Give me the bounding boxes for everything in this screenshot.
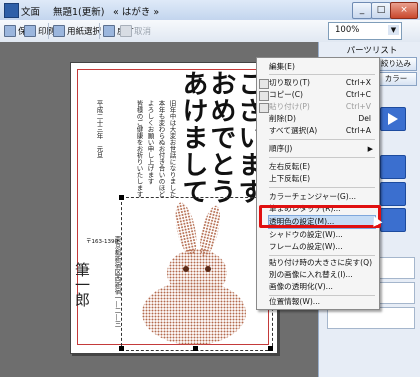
redo-button[interactable]: 取消 (120, 22, 151, 40)
submenu-arrow-icon: ▶ (367, 145, 373, 153)
panel-filter-button[interactable]: 絞り込み (375, 57, 417, 71)
title-bar: 文面 無題1(更新) « はがき » _ □ × (0, 0, 420, 21)
menu-item-delete[interactable]: 削除(D) Del (269, 113, 377, 125)
resize-handle[interactable] (193, 346, 198, 351)
paper-select-label: 用紙選択 (67, 27, 102, 37)
panel-thumbnail[interactable] (327, 307, 415, 329)
sender-name[interactable]: 筆一郎 (73, 262, 91, 307)
address-text[interactable]: 東京都新宿区西新宿一―二―三 (112, 236, 121, 327)
paper-icon (53, 25, 65, 37)
panel-tool-button[interactable] (380, 155, 406, 179)
menu-item-color-changer[interactable]: カラーチェンジャー(G)... (269, 191, 377, 203)
postal-code[interactable]: 〒163-1390 (86, 238, 118, 247)
panel-tool-button[interactable] (380, 182, 406, 206)
context-menu: 編集(E) 切り取り(T) Ctrl+X コピー(C) Ctrl+C 貼り付け(P)… (256, 57, 380, 310)
menu-separator (269, 74, 375, 75)
chevron-down-icon: ▼ (388, 25, 399, 35)
poem-column-3[interactable]: よろしくお願い申し上げます (145, 100, 154, 185)
menu-item-select-all[interactable]: すべて選択(A) Ctrl+A (269, 125, 377, 137)
resize-handle[interactable] (268, 346, 273, 351)
highlight-annotation (259, 205, 381, 228)
paper-select-button[interactable]: 用紙選択 (53, 22, 101, 40)
resize-handle[interactable] (119, 346, 124, 351)
play-icon (388, 113, 398, 125)
panel-color-button[interactable]: カラー (375, 72, 417, 86)
minimize-button[interactable]: _ (352, 2, 372, 19)
menu-separator (269, 255, 375, 256)
redo-label: 取消 (134, 27, 152, 37)
menu-item-replace-image[interactable]: 別の画像に入れ替え(I)... (269, 269, 377, 281)
poem-column-1[interactable]: 旧年中は大変お世話になりました (167, 100, 176, 198)
menu-item-flip-horizontal[interactable]: 左右反転(E) (269, 161, 377, 173)
menu-item-cut[interactable]: 切り取り(T) Ctrl+X (269, 77, 377, 89)
menu-item-flip-vertical[interactable]: 上下反転(E) (269, 173, 377, 185)
poem-column-4[interactable]: 皆様のご健康をお祈りいたします (134, 100, 143, 198)
menu-item-paste[interactable]: 貼り付け(P) Ctrl+V (269, 101, 377, 113)
copy-icon (259, 91, 269, 101)
menu-item-edit[interactable]: 編集(E) (269, 61, 377, 73)
toolbar-separator (99, 23, 100, 39)
menu-separator (269, 187, 375, 188)
menu-separator (269, 157, 375, 158)
menu-item-shadow[interactable]: シャドウの設定(W)... (269, 229, 377, 241)
toolbar-separator (48, 23, 49, 39)
menu-item-position-info[interactable]: 位置情報(W)... (269, 296, 377, 308)
maximize-button[interactable]: □ (371, 2, 391, 19)
poem-column-2[interactable]: 本年も変わらぬお付き合いのほど (156, 100, 165, 198)
close-button[interactable]: × (390, 2, 418, 19)
print-button[interactable]: 印刷 (24, 22, 55, 40)
document-subtitle: « はがき » (113, 7, 160, 18)
document-title: 無題1(更新) (53, 7, 105, 18)
zoom-select[interactable]: 100% ▼ (328, 22, 402, 40)
app-label: 文面 (21, 7, 41, 18)
panel-title: パーツリスト (346, 46, 398, 56)
menu-item-order[interactable]: 順序(J) ▶ (269, 143, 377, 155)
panel-tool-button[interactable] (380, 208, 406, 232)
menu-item-reset-size[interactable]: 貼り付け時の大きさに戻す(Q) (269, 257, 377, 269)
paste-icon (259, 103, 269, 113)
scissors-icon (259, 79, 269, 89)
menu-item-copy[interactable]: コピー(C) Ctrl+C (269, 89, 377, 101)
zoom-value: 100% (335, 25, 360, 35)
app-icon (4, 3, 19, 18)
date-text[interactable]: 平成二十三年 元旦 (94, 100, 103, 159)
redo-icon (120, 25, 132, 37)
menu-item-image-transparency[interactable]: 画像の透明化(V)... (269, 281, 377, 293)
greeting-column-2[interactable]: おめでとう (206, 70, 236, 205)
greeting-column-1[interactable]: あけまして (178, 70, 208, 205)
floppy-icon (4, 25, 16, 37)
menu-item-frame[interactable]: フレームの設定(W)... (269, 241, 377, 253)
undo-icon (103, 25, 115, 37)
printer-icon (24, 25, 36, 37)
rabbit-image[interactable] (124, 201, 270, 348)
resize-handle[interactable] (119, 195, 124, 200)
menu-separator (269, 139, 375, 140)
